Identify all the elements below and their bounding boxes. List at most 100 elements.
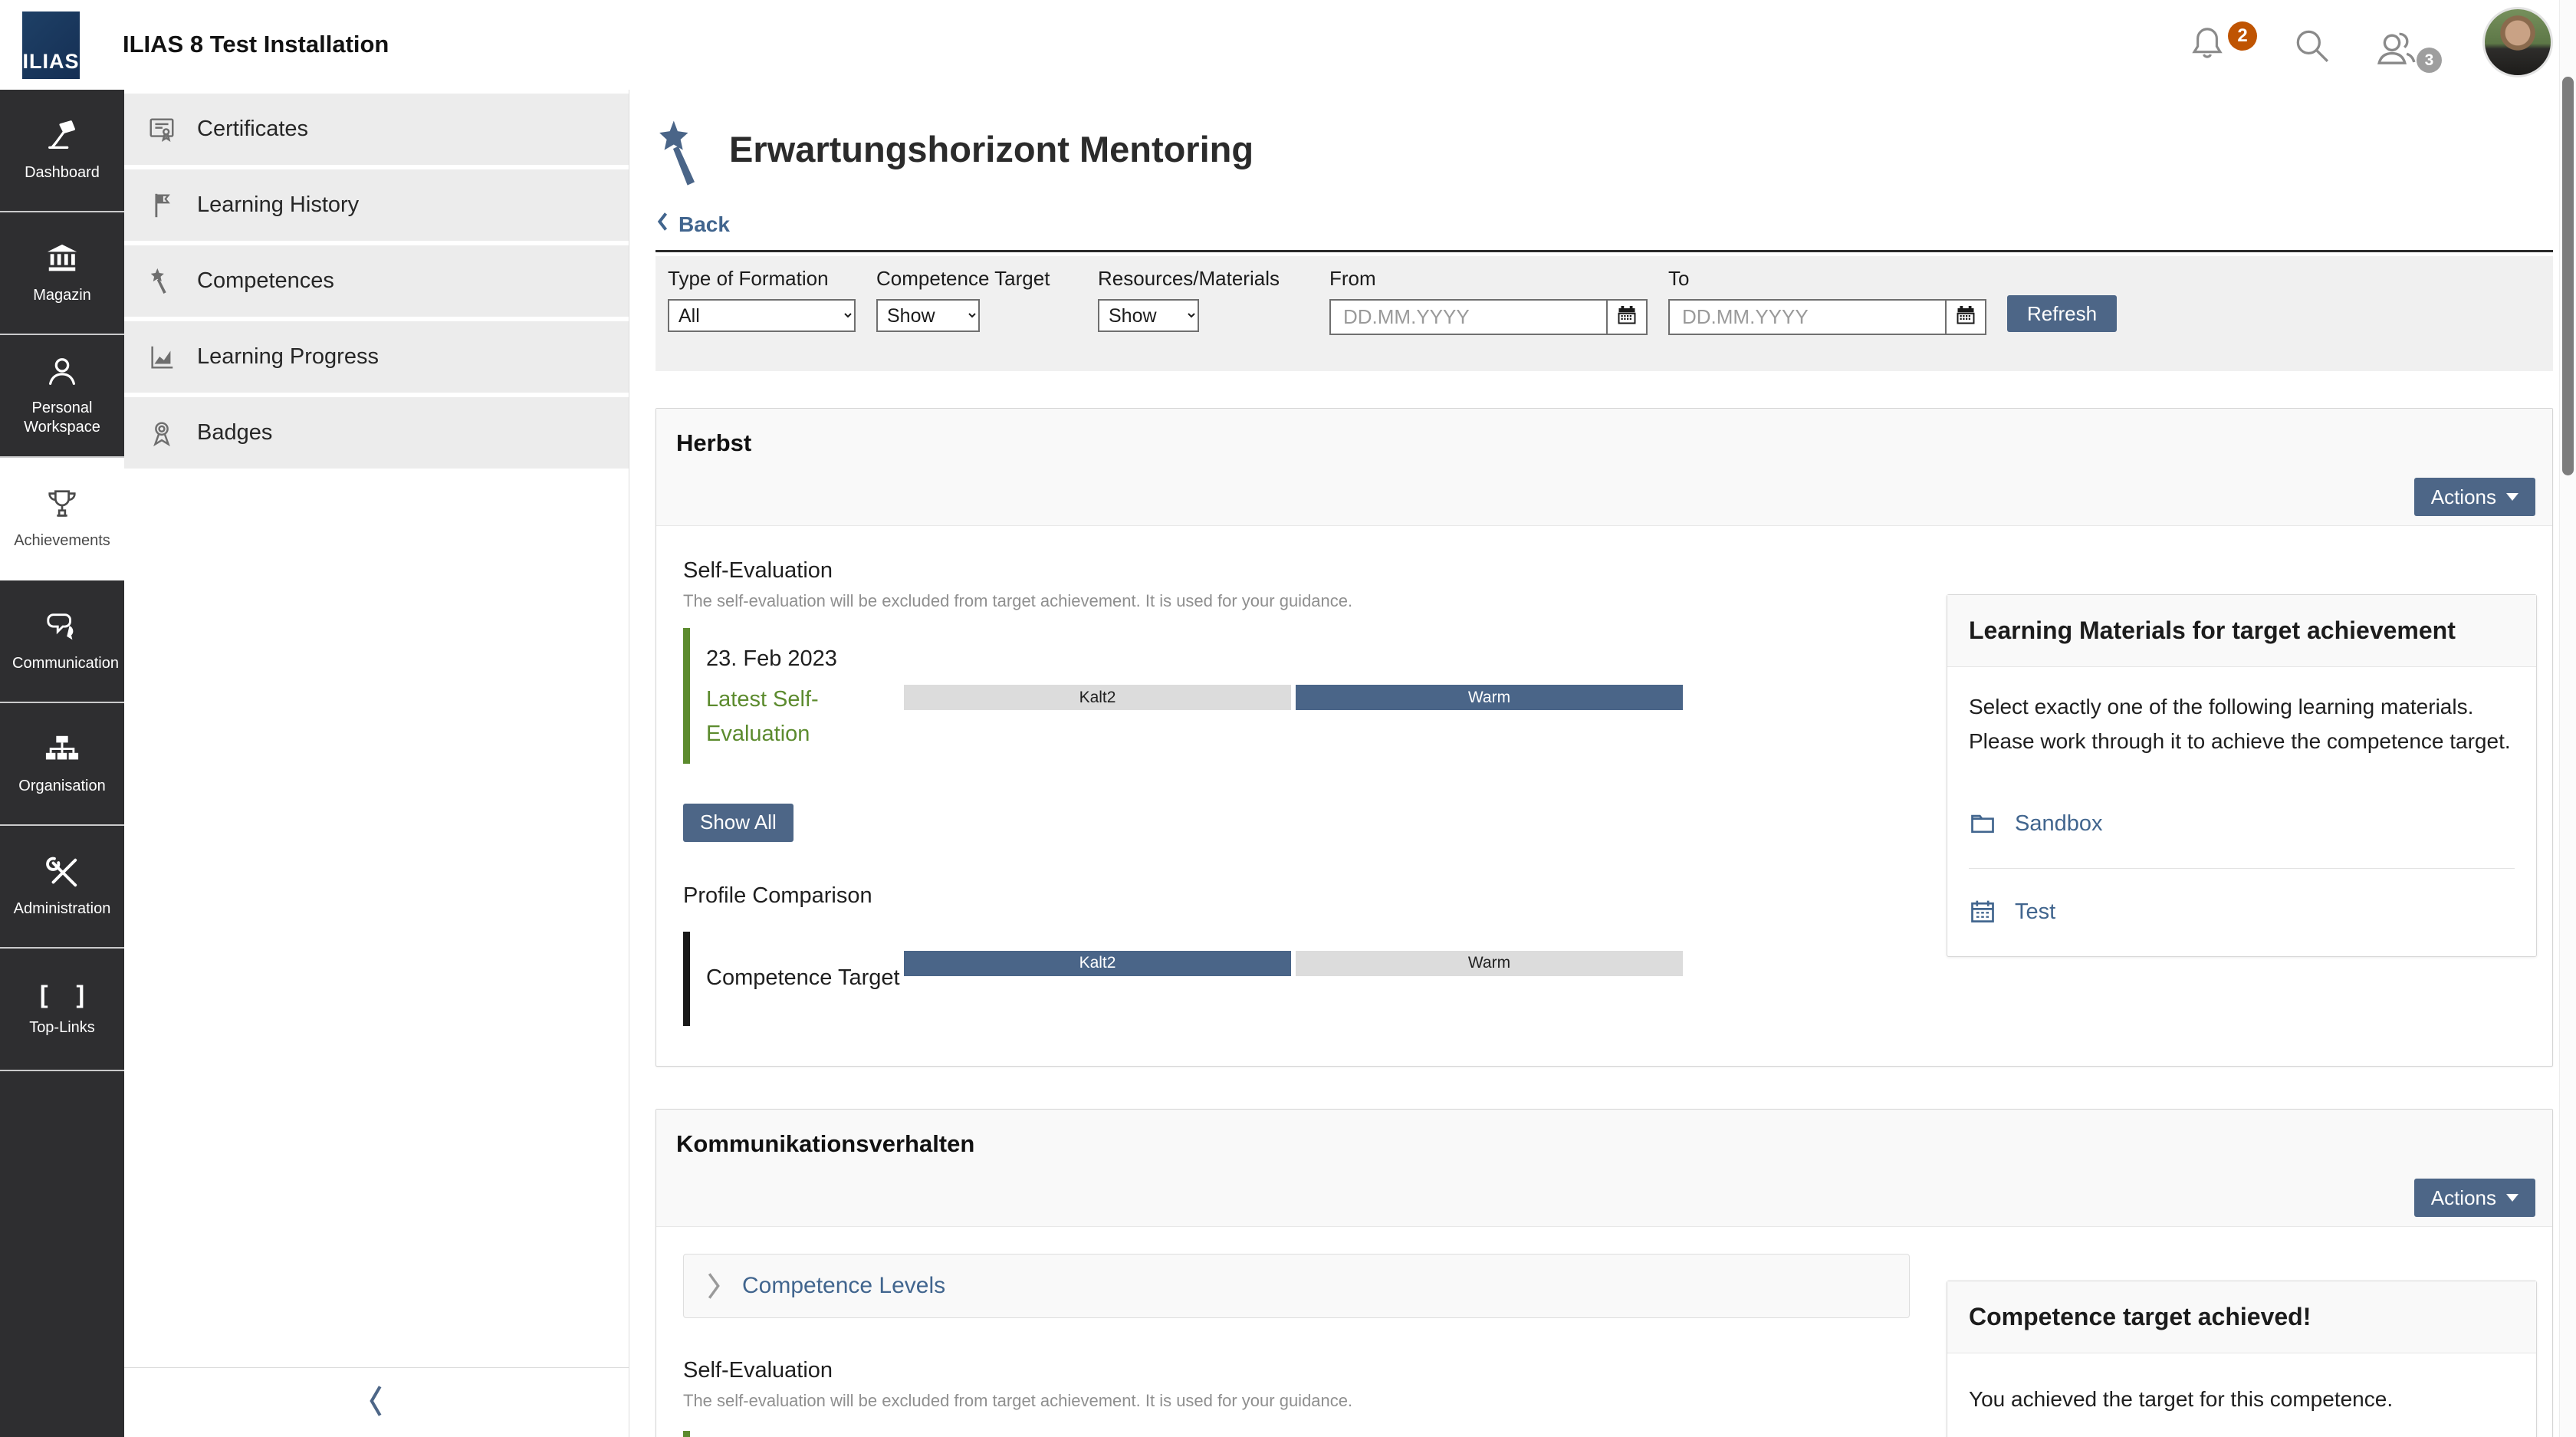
ilias-logo[interactable]: ILIAS [22,12,80,79]
chart-icon [147,343,176,372]
vertical-scrollbar [2559,0,2576,1437]
rail-item-magazin[interactable]: Magazin [0,212,124,335]
tool-item-learning-history[interactable]: Learning History [124,169,629,241]
tool-item-learning-progress[interactable]: Learning Progress [124,321,629,393]
filter-label-resources-materials: Resources/Materials [1098,267,1309,291]
to-date-field [1668,299,1986,335]
test-link[interactable]: Test [2015,899,2055,925]
main-content: Erwartungshorizont Mentoring Back Type o… [629,90,2559,1437]
calendar-icon [1615,304,1638,330]
tools-icon [44,855,80,890]
folder-icon [1969,810,1996,837]
chevron-left-icon [362,1382,391,1424]
type-of-formation-select[interactable]: All [668,299,856,332]
tool-item-label: Badges [197,420,272,446]
tool-item-badges[interactable]: Badges [124,397,629,469]
self-evaluation-note: The self-evaluation will be excluded fro… [683,591,1960,611]
caret-down-icon [2506,1194,2518,1202]
top-bar: ILIAS ILIAS 8 Test Installation 2 3 [0,0,2576,90]
search-button[interactable] [2291,25,2334,67]
self-evaluation-entry: 16. Jan 2019 [683,1431,1960,1437]
profile-comparison-heading: Profile Comparison [683,883,1960,909]
filter-label-competence-target: Competence Target [876,267,1077,291]
user-avatar[interactable] [2482,7,2553,77]
tool-rail: Certificates Learning History Competence… [124,90,629,1437]
person-icon [44,354,80,390]
scale-segment: Warm [1296,951,1683,976]
material-row-sandbox[interactable]: Sandbox [1969,781,2515,868]
self-evaluation-heading: Self-Evaluation [683,1358,1960,1383]
rail-item-communication[interactable]: Communication [0,580,124,703]
wand-icon [147,267,176,296]
bell-icon [2187,23,2228,64]
lamp-icon [44,119,80,154]
competence-target-label: Competence Target [706,961,904,995]
komm-actions-button[interactable]: Actions [2414,1179,2535,1217]
panel-title: Herbst [656,409,2552,457]
competence-wand-icon [656,119,708,192]
filter-bar: Type of Formation All Competence Target … [656,256,2553,371]
main-rail: Dashboard Magazin Personal Workspace [0,90,124,1437]
latest-self-evaluation-link[interactable]: Latest Self-Evaluation [706,682,904,751]
entry-date: 16. Jan 2019 [706,1431,1960,1437]
competence-achieved-text: You achieved the target for this compete… [1969,1383,2515,1417]
competence-target-entry: Competence Target Kalt2 Warm [683,932,1960,1026]
filter-label-to: To [1668,267,1986,291]
competence-target-select[interactable]: Show [876,299,980,332]
competence-levels-label: Competence Levels [742,1273,945,1299]
sidebar-collapse-button[interactable] [124,1367,629,1437]
contacts-count-badge: 3 [2417,48,2442,73]
page-header: Erwartungshorizont Mentoring [656,117,2553,188]
panel-title: Kommunikationsverhalten [656,1110,2552,1158]
entry-date: 23. Feb 2023 [706,628,1960,672]
bank-icon [44,242,80,277]
panel-herbst: Herbst Actions Self-Evaluation The self-… [656,408,2553,1067]
competence-achieved-title: Competence target achieved! [1947,1281,2536,1353]
from-date-input[interactable] [1331,301,1606,334]
learning-materials-intro: Select exactly one of the following lear… [1969,690,2515,759]
sitemap-icon [44,732,80,768]
resources-materials-select[interactable]: Show [1098,299,1199,332]
learning-materials-card: Learning Materials for target achieve­me… [1947,594,2537,957]
sandbox-link[interactable]: Sandbox [2015,811,2103,837]
show-all-button[interactable]: Show All [683,804,794,842]
flag-icon [147,191,176,220]
back-link[interactable]: Back [656,211,730,238]
competence-achieved-card: Competence target achieved! You achieved… [1947,1281,2537,1437]
material-row-test[interactable]: Test [1969,868,2515,956]
to-calendar-button[interactable] [1945,301,1985,334]
tool-item-certificates[interactable]: Certificates [124,94,629,165]
scale-segment: Kalt2 [904,685,1291,710]
self-evaluation-scale: Kalt2 Warm [904,685,1683,710]
refresh-button[interactable]: Refresh [2007,295,2117,332]
tool-item-label: Competences [197,268,334,294]
page-title: Erwartungshorizont Mentoring [729,128,1254,170]
tool-item-label: Learning History [197,192,359,218]
rail-item-organisation[interactable]: Organisation [0,703,124,826]
contacts-button[interactable] [2374,26,2420,71]
rail-item-dashboard[interactable]: Dashboard [0,90,124,212]
calendar-icon [1969,898,1996,926]
installation-title: ILIAS 8 Test Installation [123,31,389,58]
calendar-icon [1954,304,1977,330]
scrollbar-thumb[interactable] [2562,77,2574,475]
learning-materials-title: Learning Materials for target achieve­me… [1947,595,2536,667]
rail-item-top-links[interactable]: [ ] Top-Links [0,949,124,1071]
competence-target-scale: Kalt2 Warm [904,951,1683,976]
notifications-button[interactable] [2187,23,2228,64]
rail-item-personal-workspace[interactable]: Personal Workspace [0,335,124,458]
competence-levels-expander[interactable]: Competence Levels [683,1254,1910,1318]
header-divider [656,250,2553,252]
scale-segment: Kalt2 [904,951,1291,976]
rail-item-achievements[interactable]: Achievements [0,458,124,580]
scale-segment: Warm [1296,685,1683,710]
rosette-icon [147,419,176,448]
brackets-icon: [ ] [29,981,95,1009]
rail-item-administration[interactable]: Administration [0,826,124,949]
tool-item-competences[interactable]: Competences [124,245,629,317]
self-evaluation-entry: 23. Feb 2023 Latest Self-Evaluation Kalt… [683,628,1960,764]
herbst-actions-button[interactable]: Actions [2414,478,2535,516]
to-date-input[interactable] [1670,301,1945,334]
chat-bubbles-icon [44,610,80,645]
from-calendar-button[interactable] [1606,301,1646,334]
